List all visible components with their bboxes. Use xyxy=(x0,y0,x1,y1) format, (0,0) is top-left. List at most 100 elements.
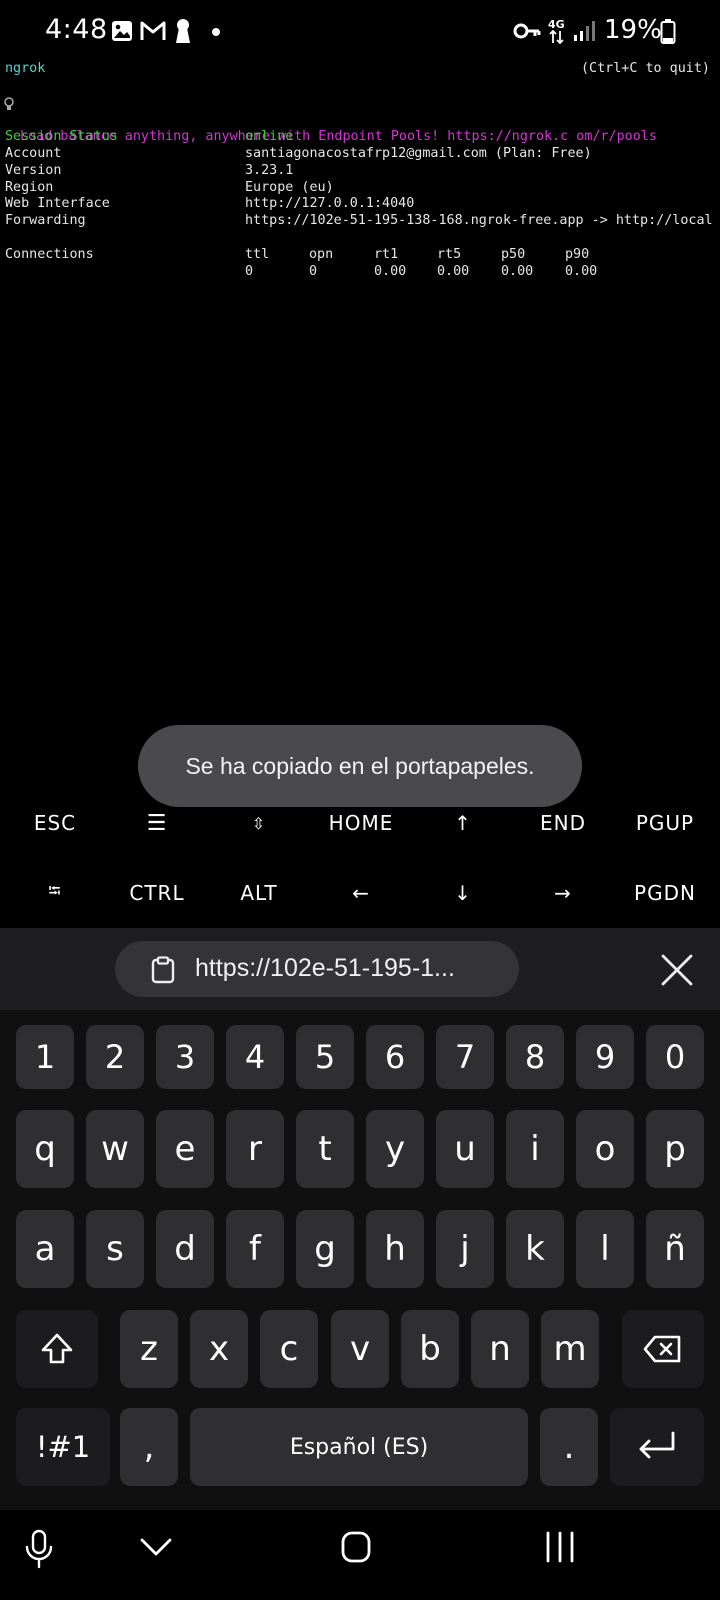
svg-text:4G: 4G xyxy=(548,18,565,31)
home-nav-icon[interactable] xyxy=(340,1530,372,1564)
web-interface-value: http://127.0.0.1:4040 xyxy=(245,196,415,211)
close-icon[interactable] xyxy=(655,948,699,992)
conn-header-p50: p50 xyxy=(501,247,526,262)
lightbulb-icon xyxy=(4,97,14,110)
shift-key[interactable] xyxy=(16,1310,98,1388)
key-8[interactable]: 8 xyxy=(506,1025,564,1089)
hide-keyboard-chevron-down-icon[interactable] xyxy=(138,1534,174,1560)
arrow-left-key[interactable]: ← xyxy=(310,858,412,928)
comma-key[interactable]: , xyxy=(120,1408,178,1486)
end-key[interactable]: END xyxy=(512,788,614,858)
key-k[interactable]: k xyxy=(506,1210,564,1288)
key-u[interactable]: u xyxy=(436,1110,494,1188)
key-f[interactable]: f xyxy=(226,1210,284,1288)
version-value: 3.23.1 xyxy=(245,163,294,178)
pgup-key[interactable]: PGUP xyxy=(614,788,716,858)
backspace-key[interactable] xyxy=(622,1310,704,1388)
key-9[interactable]: 9 xyxy=(576,1025,634,1089)
key-j[interactable]: j xyxy=(436,1210,494,1288)
conn-value-ttl: 0 xyxy=(245,264,254,279)
status-time: 4:48 xyxy=(45,14,108,45)
key-w[interactable]: w xyxy=(86,1110,144,1188)
clipboard-text: https://102e-51-195-1... xyxy=(195,954,455,982)
region-label: Region xyxy=(5,180,54,195)
key-6[interactable]: 6 xyxy=(366,1025,424,1089)
connections-label: Connections xyxy=(5,247,94,262)
clipboard-icon xyxy=(151,956,175,984)
pgdn-key[interactable]: PGDN xyxy=(614,858,716,928)
clipboard-paste-chip[interactable]: https://102e-51-195-1... xyxy=(115,941,519,997)
key-h[interactable]: h xyxy=(366,1210,424,1288)
session-status-label: Session Status xyxy=(5,129,118,144)
key-1[interactable]: 1 xyxy=(16,1025,74,1089)
tab-key[interactable]: ⭾ xyxy=(4,858,106,928)
conn-value-opn: 0 xyxy=(309,264,318,279)
terminal-output[interactable]: ngrok (Ctrl+C to quit) Load balance anyt… xyxy=(0,60,720,702)
key-r[interactable]: r xyxy=(226,1110,284,1188)
web-interface-label: Web Interface xyxy=(5,196,110,211)
key-e[interactable]: e xyxy=(156,1110,214,1188)
conn-header-p90: p90 xyxy=(565,247,590,262)
enter-icon xyxy=(639,1431,675,1459)
key-y[interactable]: y xyxy=(366,1110,424,1188)
key-n[interactable]: n xyxy=(471,1310,529,1388)
key-i[interactable]: i xyxy=(506,1110,564,1188)
key-g[interactable]: g xyxy=(296,1210,354,1288)
key-l[interactable]: l xyxy=(576,1210,634,1288)
key-p[interactable]: p xyxy=(646,1110,704,1188)
key-4[interactable]: 4 xyxy=(226,1025,284,1089)
key-7[interactable]: 7 xyxy=(436,1025,494,1089)
forwarding-label: Forwarding xyxy=(5,213,86,228)
network-4g-icon: 4G xyxy=(548,18,565,45)
ctrl-key[interactable]: CTRL xyxy=(106,858,208,928)
toast-message: Se ha copiado en el portapapeles. xyxy=(185,752,535,779)
key-enye[interactable]: ñ xyxy=(646,1210,704,1288)
key-5[interactable]: 5 xyxy=(296,1025,354,1089)
key-z[interactable]: z xyxy=(120,1310,178,1388)
region-value: Europe (eu) xyxy=(245,180,334,195)
clipboard-bar: https://102e-51-195-1... xyxy=(0,928,720,1010)
key-0[interactable]: 0 xyxy=(646,1025,704,1089)
space-key[interactable]: Español (ES) xyxy=(190,1408,528,1486)
key-3[interactable]: 3 xyxy=(156,1025,214,1089)
gmail-notification-icon xyxy=(140,21,166,40)
key-s[interactable]: s xyxy=(86,1210,144,1288)
conn-value-rt1: 0.00 xyxy=(374,264,407,279)
key-d[interactable]: d xyxy=(156,1210,214,1288)
keyboard-toggle-key[interactable]: ⇳ xyxy=(208,788,310,858)
drawer-menu-key[interactable]: ☰ xyxy=(106,788,208,858)
key-o[interactable]: o xyxy=(576,1110,634,1188)
navigation-bar xyxy=(0,1510,720,1600)
keyhole-notification-icon xyxy=(176,19,190,43)
arrow-down-key[interactable]: ↓ xyxy=(412,858,514,928)
key-t[interactable]: t xyxy=(296,1110,354,1188)
key-2[interactable]: 2 xyxy=(86,1025,144,1089)
microphone-icon[interactable] xyxy=(22,1528,56,1570)
terminal-app-name: ngrok xyxy=(5,61,46,76)
arrow-up-key[interactable]: ↑ xyxy=(412,788,514,858)
gallery-notification-icon xyxy=(112,21,132,41)
conn-header-rt5: rt5 xyxy=(437,247,462,262)
shift-icon xyxy=(41,1333,73,1364)
forwarding-value: https://102e-51-195-138-168.ngrok-free.a… xyxy=(245,213,713,228)
key-b[interactable]: b xyxy=(401,1310,459,1388)
key-q[interactable]: q xyxy=(16,1110,74,1188)
period-key[interactable]: . xyxy=(540,1408,598,1486)
esc-key[interactable]: ESC xyxy=(4,788,106,858)
key-c[interactable]: c xyxy=(260,1310,318,1388)
key-a[interactable]: a xyxy=(16,1210,74,1288)
home-key[interactable]: HOME xyxy=(310,788,412,858)
arrow-right-key[interactable]: → xyxy=(512,858,614,928)
extra-keys-row-1: ESC ☰ ⇳ HOME ↑ END PGUP xyxy=(0,788,720,858)
recent-apps-icon[interactable] xyxy=(544,1530,576,1564)
terminal-banner-row: Load balance anything, anywhere with End… xyxy=(3,95,657,144)
terminal-quit-hint: (Ctrl+C to quit) xyxy=(581,61,710,76)
symbols-key[interactable]: !#1 xyxy=(16,1408,110,1486)
session-status-value: online xyxy=(245,129,294,144)
key-v[interactable]: v xyxy=(331,1310,389,1388)
key-m[interactable]: m xyxy=(541,1310,599,1388)
key-x[interactable]: x xyxy=(190,1310,248,1388)
account-label: Account xyxy=(5,146,62,161)
enter-key[interactable] xyxy=(610,1408,704,1486)
alt-key[interactable]: ALT xyxy=(208,858,310,928)
